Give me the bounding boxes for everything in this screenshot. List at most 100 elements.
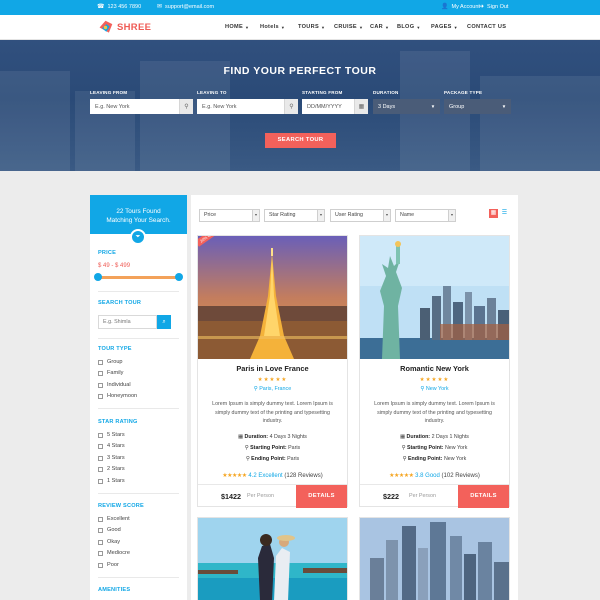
checkbox[interactable] [98,527,103,533]
tour-price: $222 [383,492,399,501]
checkbox[interactable] [98,432,103,438]
checkbox[interactable] [98,393,103,399]
star-5-checkbox[interactable]: 5 Stars [98,432,125,438]
package-type-value: Group [449,103,465,110]
sort-star-rating-select[interactable]: Star Rating ▼ [264,209,325,222]
nav-contact-us[interactable]: CONTACT US [467,24,506,30]
price-slider-max-handle[interactable] [175,273,183,281]
nav-home[interactable]: HOME ▼ [225,24,249,30]
filter-sidebar: 22 Tours Found Matching Your Search. ⏷ P… [90,195,187,600]
sign-out-link[interactable]: ➜ Sign Out [479,4,508,10]
review-good-checkbox[interactable]: Good [98,527,121,533]
review-okay-checkbox[interactable]: Okay [98,539,120,545]
checkbox[interactable] [98,562,103,568]
checkbox[interactable] [98,455,103,461]
tour-title[interactable]: Romantic New York [360,364,509,373]
checkbox[interactable] [98,443,103,449]
nav-tours[interactable]: TOURS ▼ [298,24,325,30]
list-view-icon[interactable]: ☰ [500,209,509,218]
nav-cruise[interactable]: CRUISE ▼ [334,24,363,30]
rating-stars: ★★★★★ [389,473,414,479]
leaving-from-input[interactable]: E.g. New York ⚲ [90,99,193,114]
checkbox-label: Individual [107,382,131,388]
grid-view-icon[interactable]: ▦ [489,209,498,218]
map-pin-icon: ⚲ [179,99,193,114]
nav-hotels[interactable]: Hotels ▼ [260,24,285,30]
nav-pages[interactable]: PAGES ▼ [431,24,458,30]
details-button[interactable]: DETAILS [296,485,347,508]
nav-pages-label: PAGES [431,24,452,30]
tour-type-individual-checkbox[interactable]: Individual [98,382,131,388]
nav-blog-label: BLOG [397,24,415,30]
tour-image-new-york[interactable] [360,236,509,359]
checkbox[interactable] [98,466,103,472]
tour-card[interactable]: 20% OFF Paris in Love France ★★★★★ ⚲ Par… [197,235,348,508]
tour-review-rating: ★★★★★ 3.8 Good (102 Reviews) [360,472,509,479]
couple-beach-image[interactable] [198,518,347,600]
search-tour-button[interactable]: SEARCH TOUR [265,133,336,148]
logo[interactable]: SHREE [97,19,151,36]
review-excellent-checkbox[interactable]: Excellent [98,516,130,522]
tour-card[interactable]: Romantic New York ★★★★★ ⚲ New York Lorem… [359,235,510,508]
my-account-link[interactable]: 👤 My Account [441,4,480,10]
checkbox-label: Excellent [107,516,130,522]
filter-icon[interactable]: ⏷ [130,229,146,245]
star-3-checkbox[interactable]: 3 Stars [98,455,125,461]
checkbox[interactable] [98,539,103,545]
tour-image-paris[interactable]: 20% OFF [198,236,347,359]
nav-car-label: CAR [370,24,384,30]
star-2-checkbox[interactable]: 2 Stars [98,466,125,472]
duration-label: DURATION [373,90,399,95]
sort-name-select[interactable]: Name ▼ [395,209,456,222]
checkbox-label: Okay [107,539,121,545]
checkbox[interactable] [98,478,103,484]
tour-card[interactable] [359,517,510,600]
duration-label: Duration: [244,434,269,440]
my-account-label[interactable]: My Account [451,4,479,10]
nav-car[interactable]: CAR ▼ [370,24,389,30]
tour-type-honeymoon-checkbox[interactable]: Honeymoon [98,393,137,399]
mail-icon: ✉ [157,4,163,10]
star-4-checkbox[interactable]: 4 Stars [98,443,125,449]
search-icon[interactable]: ⌕ [157,315,171,329]
tour-title[interactable]: Paris in Love France [198,364,347,373]
details-button[interactable]: DETAILS [458,485,509,508]
chevron-down-icon: ▼ [317,210,324,221]
calendar-icon: ▦ [354,99,368,114]
chevron-down-icon: ▼ [385,24,390,30]
review-mediocre-checkbox[interactable]: Mediocre [98,550,130,556]
nav-blog[interactable]: BLOG ▼ [397,24,421,30]
sort-user-rating-select[interactable]: User Rating ▼ [330,209,391,222]
price-slider-track[interactable] [98,276,179,279]
tour-card[interactable] [197,517,348,600]
email-address[interactable]: support@email.com [165,4,214,10]
checkbox-label: 1 Stars [107,478,125,484]
star-1-checkbox[interactable]: 1 Stars [98,478,125,484]
checkbox[interactable] [98,359,103,365]
package-type-select[interactable]: Group ▼ [444,99,511,114]
review-poor-checkbox[interactable]: Poor [98,562,119,568]
checkbox[interactable] [98,550,103,556]
starting-from-date-input[interactable]: DD/MM/YYYY ▦ [302,99,368,114]
tour-results: Price ▼ Star Rating ▼ User Rating ▼ Name ▼ ▦… [191,195,518,600]
tour-type-group-checkbox[interactable]: Group [98,359,123,365]
email-contact[interactable]: ✉ support@email.com [157,4,214,10]
checkbox[interactable] [98,382,103,388]
tour-price: $1422 [221,492,241,501]
leaving-to-input[interactable]: E.g. New York ⚲ [197,99,298,114]
price-slider-min-handle[interactable] [94,273,102,281]
sign-out-label[interactable]: Sign Out [487,4,508,10]
sort-price-select[interactable]: Price ▼ [199,209,260,222]
phone-number: 123 456 7890 [107,4,142,10]
tour-search-input[interactable]: E.g. Shimla [98,315,157,329]
tour-type-family-checkbox[interactable]: Family [98,370,123,376]
checkbox-label: Group [107,359,123,365]
city-skyline-image[interactable] [360,518,509,600]
checkbox[interactable] [98,370,103,376]
star-rating-title: STAR RATING [98,419,138,425]
checkbox-label: 4 Stars [107,443,125,449]
duration-select[interactable]: 3 Days ▼ [373,99,440,114]
price-filter-title: PRICE [98,250,117,256]
checkbox[interactable] [98,516,103,522]
review-score-title: REVIEW SCORE [98,503,144,509]
